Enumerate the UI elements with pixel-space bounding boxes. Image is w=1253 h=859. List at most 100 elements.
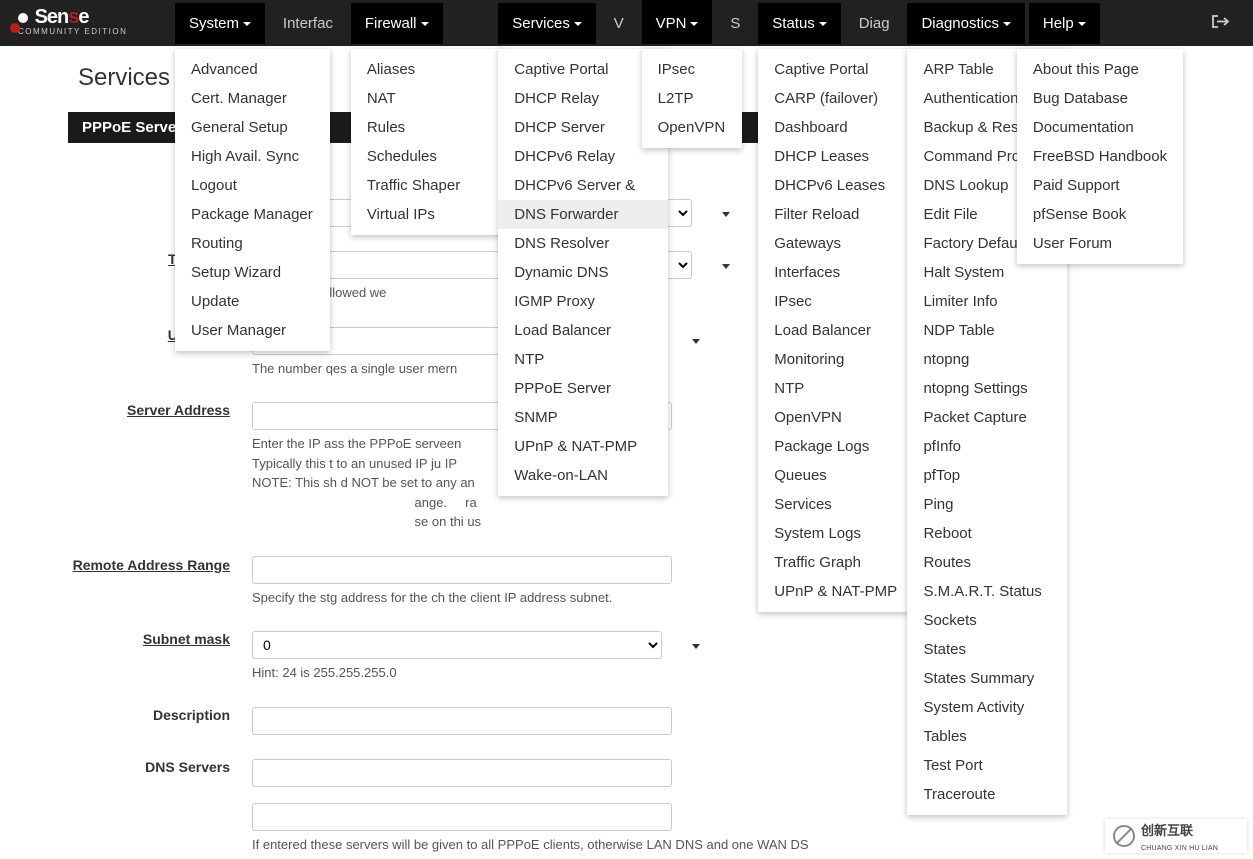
dropdown-item[interactable]: Traffic Shaper: [351, 171, 506, 200]
dropdown-item[interactable]: Tables: [907, 722, 1067, 751]
brand-text-red: s: [68, 6, 78, 28]
dropdown-item[interactable]: Update: [175, 287, 330, 316]
dropdown-item[interactable]: NTP: [498, 345, 668, 374]
dropdown-item[interactable]: Sockets: [907, 606, 1067, 635]
dropdown-item[interactable]: About this Page: [1017, 55, 1183, 84]
dropdown-item[interactable]: PPPoE Server: [498, 374, 668, 403]
dropdown-item[interactable]: Rules: [351, 113, 506, 142]
dropdown-item[interactable]: Virtual IPs: [351, 200, 506, 229]
dropdown-item[interactable]: Captive Portal: [758, 55, 913, 84]
dropdown-item[interactable]: Cert. Manager: [175, 84, 330, 113]
dropdown-item[interactable]: SNMP: [498, 403, 668, 432]
remote-range-input[interactable]: [252, 556, 672, 584]
dropdown-item[interactable]: NDP Table: [907, 316, 1067, 345]
menu-help[interactable]: Help About this PageBug DatabaseDocument…: [1029, 3, 1100, 44]
dropdown-item[interactable]: DNS Resolver: [498, 229, 668, 258]
dropdown-item[interactable]: DNS Forwarder: [498, 200, 668, 229]
dropdown-item[interactable]: States Summary: [907, 664, 1067, 693]
dropdown-item[interactable]: System Logs: [758, 519, 913, 548]
subnet-mask-select[interactable]: 0: [252, 631, 662, 659]
description-input[interactable]: [252, 707, 672, 735]
dropdown-item[interactable]: CARP (failover): [758, 84, 913, 113]
menu-vpn[interactable]: VPN IPsecL2TPOpenVPN: [642, 0, 713, 44]
dropdown-item[interactable]: Wake-on-LAN: [498, 461, 668, 490]
menu-s-stub[interactable]: S: [716, 3, 754, 44]
dns-server-1-input[interactable]: [252, 759, 672, 787]
menu-firewall[interactable]: Firewall AliasesNATRulesSchedulesTraffic…: [351, 3, 443, 44]
dropdown-item[interactable]: UPnP & NAT-PMP: [498, 432, 668, 461]
dropdown-item[interactable]: Dynamic DNS: [498, 258, 668, 287]
dropdown-item[interactable]: ntopng Settings: [907, 374, 1067, 403]
dropdown-item[interactable]: Bug Database: [1017, 84, 1183, 113]
dropdown-item[interactable]: FreeBSD Handbook: [1017, 142, 1183, 171]
dropdown-item[interactable]: S.M.A.R.T. Status: [907, 577, 1067, 606]
dropdown-item[interactable]: Load Balancer: [758, 316, 913, 345]
menu-system[interactable]: System AdvancedCert. ManagerGeneral Setu…: [175, 3, 265, 44]
dropdown-item[interactable]: Routes: [907, 548, 1067, 577]
dropdown-item[interactable]: NTP: [758, 374, 913, 403]
menu-interfaces[interactable]: Interfac: [269, 3, 347, 44]
dropdown-item[interactable]: High Avail. Sync: [175, 142, 330, 171]
dropdown-item[interactable]: OpenVPN: [642, 113, 742, 142]
dropdown-item[interactable]: General Setup: [175, 113, 330, 142]
dns-server-2-input[interactable]: [252, 803, 672, 831]
dropdown-item[interactable]: Routing: [175, 229, 330, 258]
dropdown-item[interactable]: Packet Capture: [907, 403, 1067, 432]
menu-status[interactable]: Status Captive PortalCARP (failover)Dash…: [758, 3, 841, 44]
dropdown-item[interactable]: Gateways: [758, 229, 913, 258]
watermark-py: CHUANG XIN HU LIAN: [1141, 845, 1218, 852]
dropdown-item[interactable]: ntopng: [907, 345, 1067, 374]
dropdown-item[interactable]: DHCPv6 Leases: [758, 171, 913, 200]
menu-services[interactable]: Services Captive PortalDHCP RelayDHCP Se…: [498, 3, 596, 44]
breadcrumb-root[interactable]: Services: [78, 64, 170, 91]
top-navigation: Sense COMMUNITY EDITION System AdvancedC…: [0, 0, 1253, 46]
dropdown-item[interactable]: DHCP Leases: [758, 142, 913, 171]
dropdown-item[interactable]: System Activity: [907, 693, 1067, 722]
brand-logo[interactable]: Sense COMMUNITY EDITION: [0, 0, 137, 36]
dropdown-item[interactable]: Services: [758, 490, 913, 519]
dropdown-item[interactable]: Advanced: [175, 55, 330, 84]
dropdown-item[interactable]: IGMP Proxy: [498, 287, 668, 316]
dropdown-item[interactable]: User Manager: [175, 316, 330, 345]
dropdown-item[interactable]: Aliases: [351, 55, 506, 84]
menu-v-stub[interactable]: V: [600, 3, 638, 44]
dropdown-item[interactable]: Schedules: [351, 142, 506, 171]
dropdown-item[interactable]: DHCPv6 Server &: [498, 171, 668, 200]
watermark-cn: 创新互联: [1141, 823, 1193, 838]
menu-diagnostics[interactable]: Diagnostics ARP TableAuthenticationBacku…: [907, 3, 1025, 44]
dropdown-item[interactable]: pfInfo: [907, 432, 1067, 461]
dropdown-item[interactable]: Queues: [758, 461, 913, 490]
dropdown-item[interactable]: IPsec: [642, 55, 742, 84]
dropdown-item[interactable]: Dashboard: [758, 113, 913, 142]
dropdown-item[interactable]: Filter Reload: [758, 200, 913, 229]
dropdown-item[interactable]: States: [907, 635, 1067, 664]
dropdown-item[interactable]: Ping: [907, 490, 1067, 519]
dropdown-item[interactable]: L2TP: [642, 84, 742, 113]
dropdown-item[interactable]: Paid Support: [1017, 171, 1183, 200]
dropdown-item[interactable]: Load Balancer: [498, 316, 668, 345]
dropdown-item[interactable]: IPsec: [758, 287, 913, 316]
dropdown-item[interactable]: Limiter Info: [907, 287, 1067, 316]
dropdown-item[interactable]: pfTop: [907, 461, 1067, 490]
dropdown-item[interactable]: Package Manager: [175, 200, 330, 229]
dropdown-item[interactable]: Test Port: [907, 751, 1067, 780]
dropdown-item[interactable]: User Forum: [1017, 229, 1183, 258]
dropdown-item[interactable]: UPnP & NAT-PMP: [758, 577, 913, 606]
dropdown-item[interactable]: Traceroute: [907, 780, 1067, 809]
dropdown-item[interactable]: Reboot: [907, 519, 1067, 548]
dropdown-item[interactable]: OpenVPN: [758, 403, 913, 432]
dropdown-item[interactable]: Monitoring: [758, 345, 913, 374]
dropdown-item[interactable]: Logout: [175, 171, 330, 200]
menu-interfaces-label: Interfac: [283, 15, 333, 32]
chevron-down-icon: [692, 644, 700, 649]
dropdown-item[interactable]: Setup Wizard: [175, 258, 330, 287]
menu-diag-stub[interactable]: Diag: [845, 3, 904, 44]
dropdown-item[interactable]: Documentation: [1017, 113, 1183, 142]
dropdown-item[interactable]: Traffic Graph: [758, 548, 913, 577]
dropdown-item[interactable]: pfSense Book: [1017, 200, 1183, 229]
dropdown-item[interactable]: Package Logs: [758, 432, 913, 461]
dropdown-item[interactable]: NAT: [351, 84, 506, 113]
dropdown-item[interactable]: Interfaces: [758, 258, 913, 287]
logout-icon[interactable]: [1211, 14, 1229, 34]
caret-icon: [1003, 22, 1011, 26]
